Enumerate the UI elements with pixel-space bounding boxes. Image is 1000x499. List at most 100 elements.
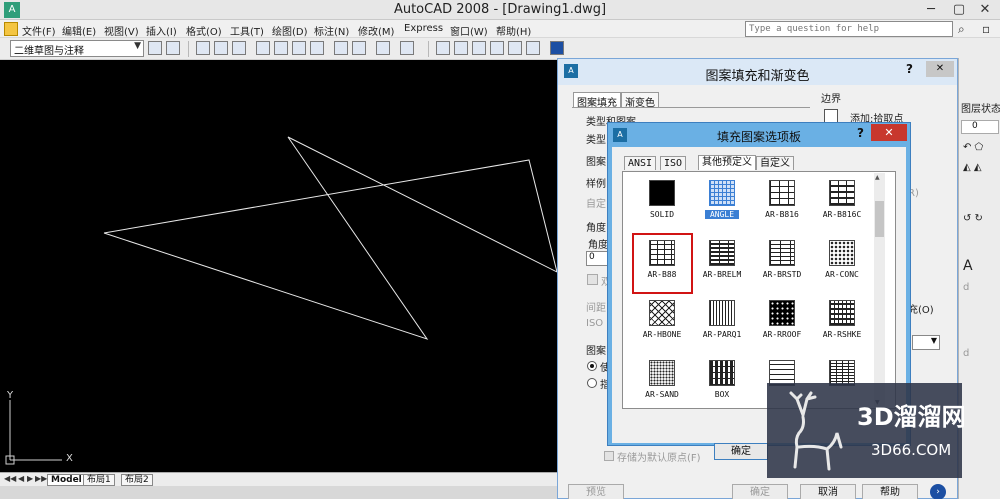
pattern-label-ar-sand[interactable]: AR-SAND <box>631 390 693 399</box>
drawing-canvas[interactable]: Y X <box>0 60 557 472</box>
publish-icon[interactable] <box>292 41 306 55</box>
close-window-icon[interactable]: ✕ <box>972 0 998 20</box>
3d-dwf-icon[interactable] <box>310 41 324 55</box>
pattern-swatch-box[interactable] <box>709 360 735 386</box>
pattern-label-box[interactable]: BOX <box>691 390 753 399</box>
tab-layout2[interactable]: 布局2 <box>121 474 153 486</box>
pattern-swatch-ar-sand[interactable] <box>649 360 675 386</box>
search-icon[interactable]: ⌕ <box>958 22 965 37</box>
tab-prev-icon[interactable]: ◀ <box>18 474 24 483</box>
pattern-label-solid[interactable]: SOLID <box>631 210 693 219</box>
properties-icon[interactable] <box>508 41 522 55</box>
layer-select[interactable]: 0 <box>961 120 999 134</box>
tab-model[interactable]: Model <box>47 474 86 486</box>
workspace-save-icon[interactable] <box>166 41 180 55</box>
menu-express[interactable]: Express <box>404 23 443 34</box>
maximize-icon[interactable]: ▢ <box>946 0 972 20</box>
tab-layout1[interactable]: 布局1 <box>83 474 115 486</box>
zoom-icon[interactable] <box>454 41 468 55</box>
pattern-swatch-ar-rshke[interactable] <box>829 300 855 326</box>
palette-ok-button[interactable]: 确定 <box>714 443 768 460</box>
menu-tools[interactable]: 工具(T) <box>230 23 264 38</box>
zoom-window-icon[interactable] <box>472 41 486 55</box>
menu-help[interactable]: 帮助(H) <box>496 23 531 38</box>
menu-edit[interactable]: 编辑(E) <box>62 23 96 38</box>
help-search-input[interactable] <box>745 21 953 37</box>
scroll-thumb[interactable] <box>875 201 884 237</box>
pattern-label-ar-brstd[interactable]: AR-BRSTD <box>751 270 813 279</box>
tab-last-icon[interactable]: ▶▶ <box>35 474 47 483</box>
undo-icon[interactable] <box>376 41 390 55</box>
store-default-checkbox[interactable] <box>604 451 614 461</box>
open-icon[interactable] <box>214 41 228 55</box>
pattern-label-ar-parq1[interactable]: AR-PARQ1 <box>691 330 753 339</box>
scroll-up-icon[interactable]: ▲ <box>875 174 880 181</box>
arc-tool-icon[interactable]: ↺ ↻ <box>963 213 983 224</box>
use-current-origin-radio[interactable] <box>587 361 597 371</box>
ok-main-button[interactable]: 确定 <box>732 484 788 499</box>
dialog-close-button[interactable]: ✕ <box>926 61 954 77</box>
polyline-tool-icon[interactable]: ↶ ⬠ <box>963 142 983 153</box>
pattern-swatch-ar-brelm[interactable] <box>709 240 735 266</box>
double-checkbox[interactable] <box>587 274 598 285</box>
text-style-label[interactable]: A <box>963 258 973 274</box>
menu-format[interactable]: 格式(O) <box>186 23 222 38</box>
pattern-swatch-ar-rroof[interactable] <box>769 300 795 326</box>
help-button[interactable]: 帮助 <box>862 484 918 499</box>
minimize-icon[interactable]: ─ <box>918 0 944 20</box>
pattern-swatch-ar-hbone[interactable] <box>649 300 675 326</box>
tab-ansi[interactable]: ANSI <box>624 156 657 170</box>
print-preview-icon[interactable] <box>274 41 288 55</box>
menu-insert[interactable]: 插入(I) <box>146 23 177 38</box>
palette-close-button[interactable]: ✕ <box>871 124 907 141</box>
menu-view[interactable]: 视图(V) <box>104 23 139 38</box>
pattern-label-ar-brelm[interactable]: AR-BRELM <box>691 270 753 279</box>
rectangle-tool-icon[interactable]: ◭ ◭ <box>963 162 982 173</box>
pattern-label-ar-b816c[interactable]: AR-B816C <box>811 210 873 219</box>
pattern-swatch-ar-parq1[interactable] <box>709 300 735 326</box>
match-properties-icon[interactable] <box>352 41 366 55</box>
restore-icon[interactable]: ▫ <box>982 22 990 36</box>
redo-icon[interactable] <box>400 41 414 55</box>
pattern-label-ar-rshke[interactable]: AR-RSHKE <box>811 330 873 339</box>
pan-icon[interactable] <box>436 41 450 55</box>
pattern-swatch-ar-brstd[interactable] <box>769 240 795 266</box>
pattern-swatch-ar-b816[interactable] <box>769 180 795 206</box>
pick-points-icon[interactable] <box>824 109 838 123</box>
command-line[interactable] <box>0 486 557 499</box>
tab-gradient[interactable]: 渐变色 <box>621 92 659 109</box>
zoom-previous-icon[interactable] <box>490 41 504 55</box>
menu-file[interactable]: 文件(F) <box>22 23 56 38</box>
specified-origin-radio[interactable] <box>587 378 597 388</box>
tab-next-icon[interactable]: ▶ <box>27 474 33 483</box>
star-outline[interactable] <box>103 136 557 340</box>
pattern-label-angle[interactable]: ANGLE <box>705 210 739 219</box>
menu-dimension[interactable]: 标注(N) <box>314 23 349 38</box>
cancel-button[interactable]: 取消 <box>800 484 856 499</box>
pattern-scrollbar[interactable]: ▲ ▼ <box>874 173 885 407</box>
pattern-label-ar-rroof[interactable]: AR-RROOF <box>751 330 813 339</box>
cut-icon[interactable] <box>334 41 348 55</box>
pattern-label-ar-conc[interactable]: AR-CONC <box>811 270 873 279</box>
design-center-icon[interactable] <box>526 41 540 55</box>
pattern-label-ar-hbone[interactable]: AR-HBONE <box>631 330 693 339</box>
draw-order-select[interactable]: ▼ <box>912 335 940 350</box>
tab-other-predefined[interactable]: 其他预定义 <box>698 155 756 170</box>
menu-draw[interactable]: 绘图(D) <box>272 23 308 38</box>
pattern-swatch-solid[interactable] <box>649 180 675 206</box>
help-icon[interactable] <box>550 41 564 55</box>
document-menu-icon[interactable] <box>4 22 18 36</box>
more-options-icon[interactable]: › <box>930 484 946 499</box>
pattern-label-ar-b816[interactable]: AR-B816 <box>751 210 813 219</box>
dialog-help-icon[interactable]: ? <box>906 62 913 76</box>
pattern-swatch-angle[interactable] <box>709 180 735 206</box>
menu-window[interactable]: 窗口(W) <box>450 23 488 38</box>
tab-hatch[interactable]: 图案填充 <box>573 92 621 109</box>
save-icon[interactable] <box>232 41 246 55</box>
tab-custom[interactable]: 自定义 <box>756 156 794 170</box>
tab-first-icon[interactable]: ◀◀ <box>4 474 16 483</box>
tab-iso[interactable]: ISO <box>660 156 687 170</box>
workspace-settings-icon[interactable] <box>148 41 162 55</box>
pattern-swatch-ar-b816c[interactable] <box>829 180 855 206</box>
menu-modify[interactable]: 修改(M) <box>358 23 394 38</box>
